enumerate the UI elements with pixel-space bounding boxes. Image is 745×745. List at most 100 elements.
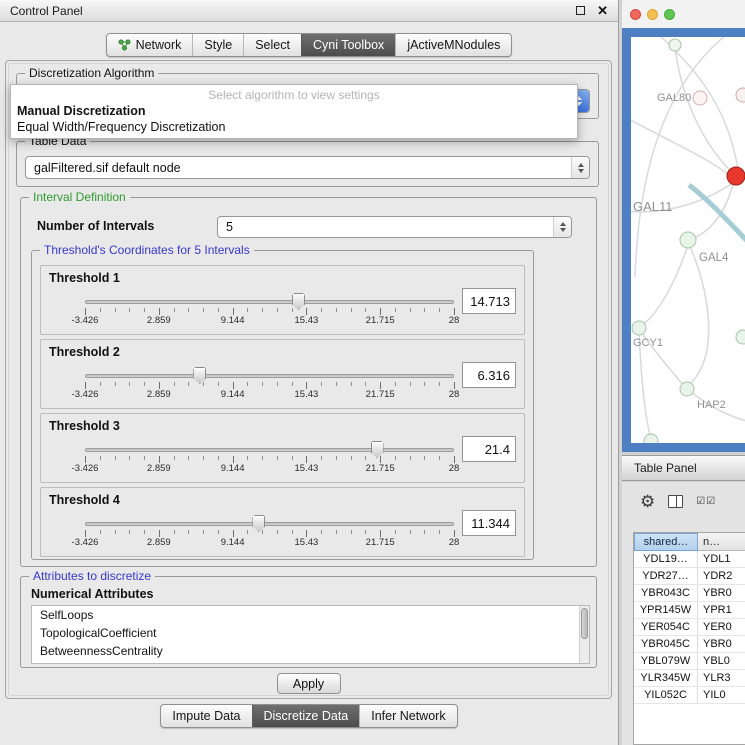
table-panel-body: ⚙ ☑☑ shared… n… YDL19… YDL1 YDR27… YDR2 … [622, 482, 745, 745]
num-intervals-combobox[interactable]: 5 [217, 216, 572, 238]
network-node[interactable] [736, 330, 745, 344]
tab-select[interactable]: Select [243, 34, 301, 56]
cell-name[interactable]: YPR1 [698, 602, 745, 618]
table-data-group: Table Data galFiltered.sif default node [16, 141, 599, 187]
dropdown-placeholder: Select algorithm to view settings [11, 86, 577, 103]
minimize-icon[interactable] [576, 6, 585, 15]
cell-shared-name[interactable]: YBR045C [634, 636, 698, 652]
table-row[interactable]: YDR27… YDR2 [634, 568, 745, 585]
cell-name[interactable]: YBR0 [698, 585, 745, 601]
traffic-zoom-icon[interactable] [664, 9, 675, 20]
list-item[interactable]: TopologicalCoefficient [32, 624, 589, 642]
slider-track[interactable] [85, 522, 454, 526]
threshold-3-value-field[interactable]: 21.4 [462, 436, 516, 462]
gear-icon[interactable]: ⚙ [640, 493, 655, 510]
threshold-2-value-field[interactable]: 6.316 [462, 362, 516, 388]
cell-name[interactable]: YDL1 [698, 551, 745, 567]
cell-name[interactable]: YDR2 [698, 568, 745, 584]
attributes-group: Attributes to discretize Numerical Attri… [20, 576, 597, 668]
cell-name[interactable]: YER0 [698, 619, 745, 635]
dropdown-option-manual[interactable]: Manual Discretization [11, 103, 577, 119]
network-node-gcy1[interactable] [632, 321, 646, 335]
cell-shared-name[interactable]: YBR043C [634, 585, 698, 601]
cell-name[interactable]: YIL0 [698, 687, 745, 703]
network-graph: GAL80 GAL11 GAL4 GCY1 HAP2 [631, 37, 745, 443]
tab-label: Infer Network [371, 709, 445, 723]
table-row[interactable]: YIL052C YIL0 [634, 687, 745, 704]
column-header-shared-name[interactable]: shared… [634, 533, 698, 551]
node-label-gal4: GAL4 [699, 252, 729, 264]
network-node[interactable] [669, 39, 681, 51]
tab-label: Impute Data [172, 709, 240, 723]
algorithm-group-label: Discretization Algorithm [25, 66, 158, 80]
list-scrollbar[interactable] [579, 606, 589, 663]
list-item[interactable]: BetweennessCentrality [32, 642, 589, 660]
cell-shared-name[interactable]: YIL052C [634, 687, 698, 703]
tab-cyni-toolbox[interactable]: Cyni Toolbox [301, 34, 395, 56]
tab-discretize-data[interactable]: Discretize Data [252, 705, 360, 727]
highlighted-edge [689, 185, 745, 243]
threshold-1-slider[interactable]: -3.4262.8599.14415.4321.71528 [85, 292, 454, 326]
threshold-3-slider[interactable]: -3.4262.8599.14415.4321.71528 [85, 440, 454, 474]
node-label-gal11: GAL11 [633, 199, 673, 214]
threshold-2-block: Threshold 2 -3.4262.8599.14415.4321.7152… [40, 339, 525, 409]
table-row[interactable]: YPR145W YPR1 [634, 602, 745, 619]
network-node[interactable] [644, 434, 658, 443]
network-node-gal4[interactable] [680, 232, 696, 248]
slider-track[interactable] [85, 300, 454, 304]
close-icon[interactable]: ✕ [597, 4, 608, 17]
network-node-red-selected[interactable] [727, 167, 745, 185]
network-node-hap2[interactable] [680, 382, 694, 396]
bottom-tabstrip: Impute Data Discretize Data Infer Networ… [160, 704, 457, 728]
table-toolbar: ⚙ ☑☑ [640, 490, 716, 512]
cell-shared-name[interactable]: YDR27… [634, 568, 698, 584]
scrollbar-thumb[interactable] [581, 608, 588, 639]
table-row[interactable]: YBR043C YBR0 [634, 585, 745, 602]
table-row[interactable]: YER054C YER0 [634, 619, 745, 636]
cell-shared-name[interactable]: YBL079W [634, 653, 698, 669]
table-row[interactable]: YBR045C YBR0 [634, 636, 745, 653]
threshold-4-slider[interactable]: -3.4262.8599.14415.4321.71528 [85, 514, 454, 548]
tab-network[interactable]: Network [107, 34, 193, 56]
cell-shared-name[interactable]: YER054C [634, 619, 698, 635]
threshold-4-value-field[interactable]: 11.344 [462, 510, 516, 536]
table-data-combobox[interactable]: galFiltered.sif default node [25, 156, 590, 179]
interval-definition-label: Interval Definition [29, 190, 130, 204]
cell-name[interactable]: YBR0 [698, 636, 745, 652]
traffic-close-icon[interactable] [630, 9, 641, 20]
chevron-updown-icon[interactable] [571, 157, 589, 178]
tab-style[interactable]: Style [192, 34, 243, 56]
slider-track[interactable] [85, 374, 454, 378]
slider-tick-labels: -3.4262.8599.14415.4321.71528 [85, 315, 454, 326]
tab-impute-data[interactable]: Impute Data [161, 705, 251, 727]
table-row[interactable]: YLR345W YLR3 [634, 670, 745, 687]
node-label-gcy1: GCY1 [633, 337, 663, 349]
cell-shared-name[interactable]: YDL19… [634, 551, 698, 567]
tab-label: Style [204, 38, 232, 52]
cell-name[interactable]: YBL0 [698, 653, 745, 669]
traffic-minimize-icon[interactable] [647, 9, 658, 20]
slider-track[interactable] [85, 448, 454, 452]
columns-icon[interactable] [668, 495, 683, 508]
threshold-2-slider[interactable]: -3.4262.8599.14415.4321.71528 [85, 366, 454, 400]
select-columns-icon[interactable]: ☑☑ [696, 496, 716, 507]
threshold-1-block: Threshold 1 -3.4262.8599.14415.4321.7152… [40, 265, 525, 335]
dropdown-option-equal-width[interactable]: Equal Width/Frequency Discretization [11, 119, 577, 135]
cell-shared-name[interactable]: YLR345W [634, 670, 698, 686]
tab-infer-network[interactable]: Infer Network [359, 705, 456, 727]
table-row[interactable]: YDL19… YDL1 [634, 551, 745, 568]
table-row[interactable]: YBL079W YBL0 [634, 653, 745, 670]
cell-shared-name[interactable]: YPR145W [634, 602, 698, 618]
list-item[interactable]: SelfLoops [32, 606, 589, 624]
network-canvas[interactable]: GAL80 GAL11 GAL4 GCY1 HAP2 [631, 37, 745, 443]
chevron-updown-icon[interactable] [553, 217, 571, 237]
network-node-gal80[interactable] [693, 91, 707, 105]
tab-jactivemnodules[interactable]: jActiveMNodules [395, 34, 511, 56]
column-header-name[interactable]: n… [698, 533, 745, 551]
top-tabstrip: Network Style Select Cyni Toolbox jActiv… [106, 33, 513, 57]
apply-button[interactable]: Apply [277, 673, 341, 694]
threshold-1-value-field[interactable]: 14.713 [462, 288, 516, 314]
thresholds-group-label: Threshold's Coordinates for 5 Intervals [40, 243, 254, 257]
network-node[interactable] [736, 88, 745, 102]
cell-name[interactable]: YLR3 [698, 670, 745, 686]
